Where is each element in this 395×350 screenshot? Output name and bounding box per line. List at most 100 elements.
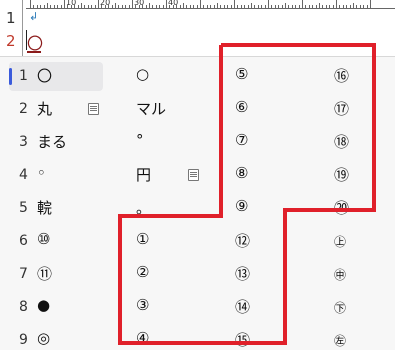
ruler-tick [121,5,123,8]
ruler-tick [203,5,205,8]
ruler-tick [30,0,31,8]
candidate-item[interactable]: 丸 [37,98,52,119]
ime-candidate-window: 1 〇 ○ ⑤ ⑯ 2 丸 マル ⑥ ⑰ 3 まる ° ⑦ ⑱ 4 ◦ 円 ⑧ ⑲ 5 輐 。 ⑨ ⑳ 6 ⑩ ① ⑫ ㊤ 7 ⑪ ② ⑬ ㊥ 8 ● ③… [0,56,395,350]
candidate-item[interactable]: ° [136,131,144,149]
ruler-tick [115,3,116,8]
candidate-item[interactable]: ⑬ [235,263,250,284]
ruler-tick [353,3,354,8]
ruler-tick [149,3,150,8]
candidate-item[interactable]: ◎ [37,329,50,347]
ruler-label: 40 [168,0,179,7]
memo-icon [88,103,99,115]
ruler-tick [227,5,229,8]
candidate-row[interactable]: 7 ⑪ ② ⑬ ㊥ [0,258,395,291]
ruler-tick [94,5,96,8]
candidate-item[interactable]: ⑧ [235,164,248,182]
ruler-tick [339,5,341,8]
ruler-tick [363,5,365,8]
candidate-item[interactable]: ④ [136,329,149,347]
candidate-item[interactable]: ⑩ [37,230,50,248]
ruler-tick [36,5,38,8]
candidate-item[interactable]: 輐 [37,197,52,218]
candidate-item[interactable]: ㊧ [334,332,346,349]
ruler-tick [57,5,59,8]
ruler-tick [183,3,184,8]
candidate-item[interactable]: ● [37,296,50,314]
candidate-item[interactable]: ㊥ [334,266,346,283]
text-editor[interactable]: 10 20 30 40 1 2 ↲ 〇 [0,0,395,58]
candidate-item[interactable]: ① [136,230,149,248]
candidate-number: 5 [19,200,28,216]
ruler-tick [91,5,93,8]
ruler-tick [152,5,154,8]
ruler-tick [118,5,120,8]
candidate-row[interactable]: 4 ◦ 円 ⑧ ⑲ [0,159,395,192]
candidate-item[interactable]: ◦ [37,164,46,182]
candidate-item[interactable]: ⑥ [235,98,248,116]
candidate-row[interactable]: 1 〇 ○ ⑤ ⑯ [0,60,395,93]
ruler-tick [33,5,35,8]
candidate-row[interactable]: 5 輐 。 ⑨ ⑳ [0,192,395,225]
candidate-row[interactable]: 6 ⑩ ① ⑫ ㊤ [0,225,395,258]
ruler-tick [186,5,188,8]
candidate-item[interactable]: ③ [136,296,149,314]
ruler-tick [43,5,45,8]
candidate-item[interactable]: 〇 [37,65,52,86]
ruler-tick [240,5,242,8]
candidate-item[interactable]: ② [136,263,149,281]
candidate-item[interactable]: ⑤ [235,65,248,83]
candidate-item[interactable]: ⑳ [334,197,349,218]
candidate-item[interactable]: ㊤ [334,233,346,250]
candidate-item[interactable]: マル [136,98,166,119]
ruler-tick [271,5,273,8]
candidate-item[interactable]: ⑲ [334,164,349,185]
ruler-tick [305,5,307,8]
ruler-tick [251,3,252,8]
ruler-label: 10 [66,0,77,7]
memo-icon [188,169,199,181]
composition-underline [27,51,41,53]
candidate-row[interactable]: 2 丸 マル ⑥ ⑰ [0,93,395,126]
ruler-tick [261,5,263,8]
candidate-item[interactable]: ⑨ [235,197,248,215]
candidate-row[interactable]: 8 ● ③ ⑭ ㊦ [0,291,395,324]
ruler-tick [64,0,65,8]
ruler-tick [322,5,324,8]
ruler-tick [53,5,55,8]
candidate-item[interactable]: 。 [136,197,151,218]
candidate-item[interactable]: まる [37,131,67,152]
ruler-tick [132,0,133,8]
line-number-2: 2 [6,32,16,50]
ruler-tick [247,5,249,8]
ruler-tick [342,5,344,8]
ruler-tick [50,5,52,8]
candidate-item[interactable]: ⑦ [235,131,248,149]
ruler-tick [274,5,276,8]
candidate-item[interactable]: ⑯ [334,65,349,86]
candidate-item[interactable]: 円 [136,164,151,185]
candidate-row[interactable]: 9 ◎ ④ ⑮ ㊧ [0,324,395,350]
candidate-item[interactable]: ㊦ [334,299,346,316]
ruler-tick [315,5,317,8]
selection-indicator [9,68,12,85]
candidate-number: 6 [19,233,28,249]
ruler-tick [329,5,331,8]
candidate-item[interactable]: ⑫ [235,230,250,251]
candidate-number: 3 [19,134,28,150]
ruler-tick [98,0,99,8]
candidate-number: 8 [19,299,28,315]
candidate-item[interactable]: ⑭ [235,296,250,317]
candidate-row[interactable]: 3 まる ° ⑦ ⑱ [0,126,395,159]
candidate-item[interactable]: ⑮ [235,329,250,350]
candidate-item[interactable]: ⑪ [37,263,52,284]
candidate-item[interactable]: ○ [136,65,149,83]
line-number-1: 1 [6,9,16,27]
ruler-tick [220,5,222,8]
ruler-tick [285,3,286,8]
ruler-tick [346,5,348,8]
candidate-item[interactable]: ⑱ [334,131,349,152]
ruler-tick [210,5,212,8]
candidate-item[interactable]: ⑰ [334,98,349,119]
ruler-tick [336,0,337,8]
ruler-label: 20 [100,0,111,7]
